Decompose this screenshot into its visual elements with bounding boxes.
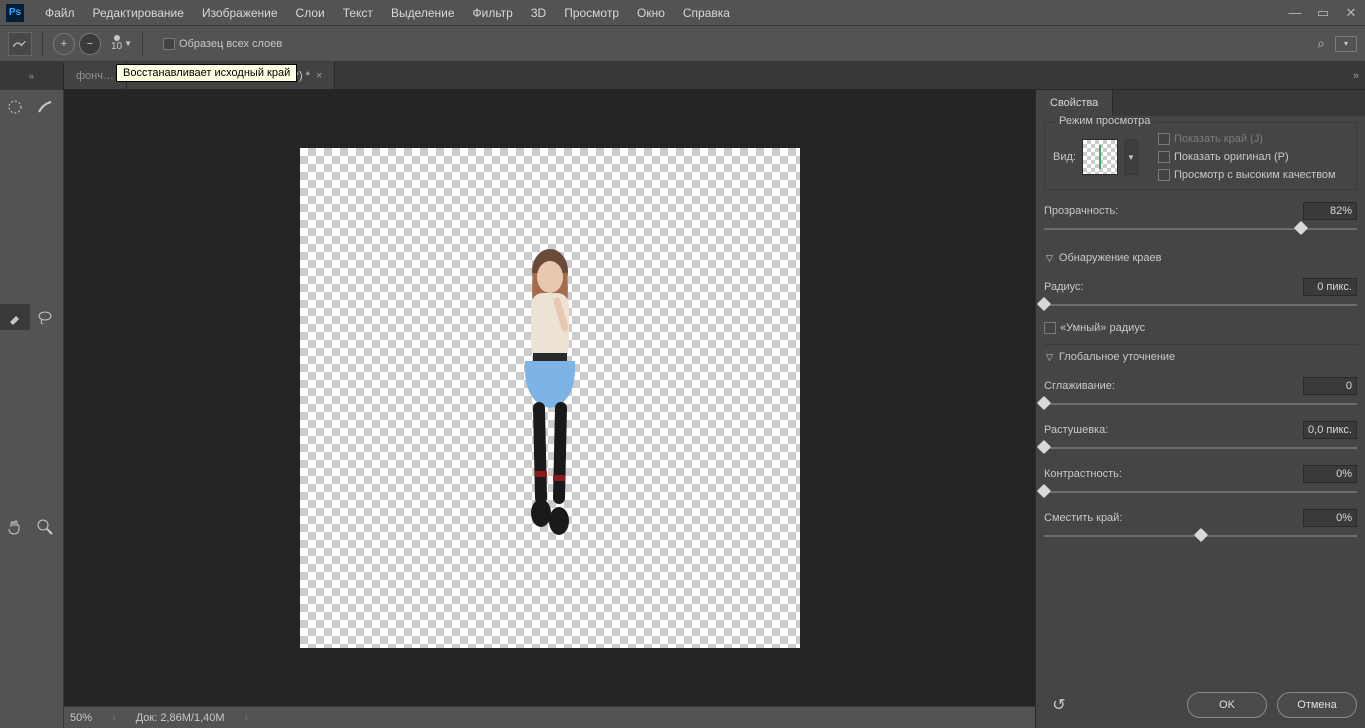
status-chevron-icon[interactable]: › [112, 712, 116, 724]
show-edge-checkbox[interactable]: Показать край (J) [1158, 133, 1336, 145]
tool-preset-picker[interactable] [8, 32, 32, 56]
feather-slider[interactable] [1044, 441, 1357, 455]
show-original-checkbox[interactable]: Показать оригинал (P) [1158, 151, 1336, 163]
global-refine-title: Глобальное уточнение [1059, 351, 1175, 363]
menu-layer[interactable]: Слои [287, 6, 334, 20]
edge-detection-header[interactable]: ▽ Обнаружение краев [1044, 246, 1357, 270]
menu-image[interactable]: Изображение [193, 6, 287, 20]
hq-preview-label: Просмотр с высоким качеством [1174, 169, 1336, 181]
menu-help[interactable]: Справка [674, 6, 739, 20]
feather-value[interactable]: 0,0 пикс. [1303, 421, 1357, 439]
shift-edge-label: Сместить край: [1044, 512, 1303, 524]
zoom-tool[interactable] [30, 514, 60, 540]
hand-tool[interactable] [0, 514, 30, 540]
menu-select[interactable]: Выделение [382, 6, 464, 20]
tooltip: Восстанавливает исходный край [116, 64, 297, 82]
doc-tab-label: фонч… [76, 70, 114, 82]
ps-logo: Ps [6, 4, 24, 22]
view-mode-title: Режим просмотра [1055, 116, 1154, 127]
brush-tool[interactable] [0, 304, 30, 330]
panel-tabs: Свойства [1036, 90, 1365, 116]
close-button[interactable]: ✕ [1337, 3, 1365, 23]
shift-edge-value[interactable]: 0% [1303, 509, 1357, 527]
dialog-buttons: ↺ OK Отмена [1036, 682, 1365, 728]
opacity-label: Прозрачность: [1044, 205, 1303, 217]
refine-tools-panel [0, 90, 64, 728]
smooth-label: Сглаживание: [1044, 380, 1303, 392]
doc-size-info[interactable]: Док: 2,86M/1,40M [136, 712, 225, 724]
view-mode-group: Режим просмотра Вид: ▼ Показать край (J)… [1044, 122, 1357, 190]
smart-radius-checkbox[interactable]: «Умный» радиус [1044, 322, 1357, 334]
menu-filter[interactable]: Фильтр [464, 6, 522, 20]
options-bar: + − 10 ▼ Образец всех слоев ⌕ ▾ [0, 26, 1365, 62]
smart-radius-label: «Умный» радиус [1060, 322, 1145, 334]
zoom-level[interactable]: 50% [70, 712, 92, 724]
quick-select-tool[interactable] [0, 94, 30, 120]
chevron-down-icon: ▽ [1046, 253, 1053, 264]
menu-3d[interactable]: 3D [522, 6, 555, 20]
checkbox-icon [163, 38, 175, 50]
sample-all-layers-checkbox[interactable]: Образец всех слоев [163, 38, 282, 50]
tools-collapse-toggle[interactable]: « [0, 62, 64, 90]
brush-size-picker[interactable]: 10 [111, 35, 122, 52]
view-label: Вид: [1053, 151, 1076, 163]
opacity-slider[interactable] [1044, 222, 1357, 236]
show-edge-label: Показать край (J) [1174, 133, 1263, 145]
cancel-button[interactable]: Отмена [1277, 692, 1357, 718]
maximize-button[interactable]: ▭ [1309, 3, 1337, 23]
divider [42, 32, 43, 56]
add-mode-button[interactable]: + [53, 33, 75, 55]
menu-file[interactable]: Файл [36, 6, 84, 20]
menu-window[interactable]: Окно [628, 6, 674, 20]
refine-edge-brush-tool[interactable] [30, 94, 60, 120]
edge-detection-title: Обнаружение краев [1059, 252, 1162, 264]
shift-edge-slider[interactable] [1044, 529, 1357, 543]
transparent-canvas [300, 148, 800, 648]
opacity-value[interactable]: 82% [1303, 202, 1357, 220]
status-chevron-icon[interactable]: › [245, 712, 249, 724]
menubar: Ps Файл Редактирование Изображение Слои … [0, 0, 1365, 26]
ok-button[interactable]: OK [1187, 692, 1267, 718]
menu-type[interactable]: Текст [334, 6, 382, 20]
tab-properties[interactable]: Свойства [1036, 90, 1113, 116]
menu-edit[interactable]: Редактирование [84, 6, 193, 20]
contrast-value[interactable]: 0% [1303, 465, 1357, 483]
minimize-button[interactable]: — [1281, 3, 1309, 23]
radius-value[interactable]: 0 пикс. [1303, 278, 1357, 296]
search-icon[interactable]: ⌕ [1317, 35, 1325, 52]
properties-panel: Свойства Режим просмотра Вид: ▼ Показать… [1035, 90, 1365, 728]
subtract-mode-button[interactable]: − [79, 33, 101, 55]
contrast-slider[interactable] [1044, 485, 1357, 499]
canvas[interactable] [64, 90, 1035, 706]
feather-label: Растушевка: [1044, 424, 1303, 436]
show-original-label: Показать оригинал (P) [1174, 151, 1289, 163]
reset-button[interactable]: ↺ [1044, 693, 1074, 717]
hq-preview-checkbox[interactable]: Просмотр с высоким качеством [1158, 169, 1336, 181]
status-bar: 50% › Док: 2,86M/1,40M › [64, 706, 1035, 728]
contrast-label: Контрастность: [1044, 468, 1303, 480]
smooth-value[interactable]: 0 [1303, 377, 1357, 395]
chevron-down-icon: ▽ [1046, 352, 1053, 363]
window-controls: — ▭ ✕ [1281, 3, 1365, 23]
lasso-tool[interactable] [30, 304, 60, 330]
radius-label: Радиус: [1044, 281, 1303, 293]
workspace-switcher[interactable]: ▾ [1335, 36, 1357, 52]
close-tab-icon[interactable]: × [316, 70, 322, 82]
menu-view[interactable]: Просмотр [555, 6, 628, 20]
radius-slider[interactable] [1044, 298, 1357, 312]
subject-silhouette [495, 243, 605, 553]
view-thumbnail[interactable] [1082, 139, 1118, 175]
global-refine-header[interactable]: ▽ Глобальное уточнение [1044, 344, 1357, 369]
view-dropdown[interactable]: ▼ [1124, 139, 1138, 175]
sample-all-layers-label: Образец всех слоев [179, 38, 282, 50]
smooth-slider[interactable] [1044, 397, 1357, 411]
divider [142, 32, 143, 56]
brush-size-value: 10 [111, 41, 122, 52]
panel-expand-icon[interactable]: » [1347, 62, 1365, 89]
chevron-down-icon[interactable]: ▼ [124, 39, 132, 48]
